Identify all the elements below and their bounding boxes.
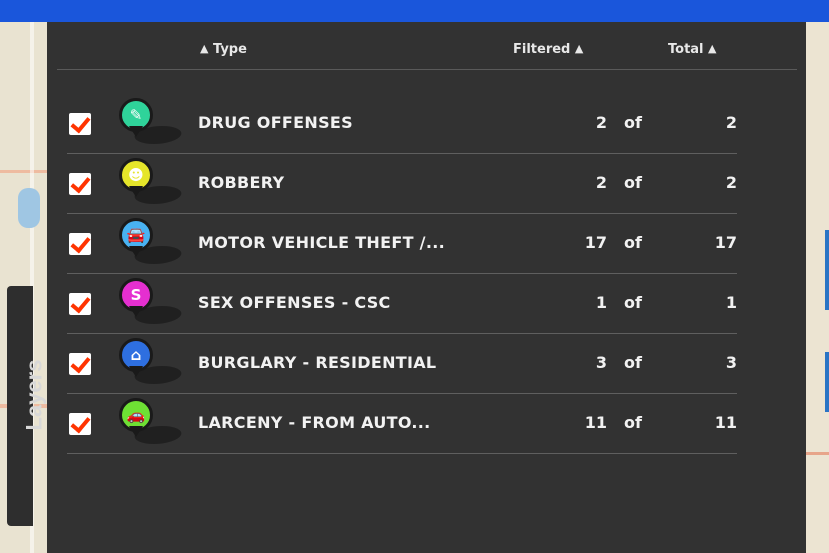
crime-type-label: BURGLARY - RESIDENTIAL — [198, 353, 437, 372]
filtered-count: 2 — [595, 113, 607, 132]
crime-type-label: SEX OFFENSES - CSC — [198, 293, 391, 312]
house-pin-icon: ⌂ — [117, 338, 186, 388]
legend-row: ⌂ BURGLARY - RESIDENTIAL 3 of 3 — [67, 335, 737, 394]
of-label: of — [624, 353, 642, 372]
filtered-header-label: Filtered — [513, 42, 571, 57]
legend-header: ▲ Type Filtered ▲ Total ▲ — [57, 37, 797, 70]
layer-checkbox[interactable] — [69, 173, 91, 195]
layer-checkbox[interactable] — [69, 233, 91, 255]
filtered-count: 1 — [595, 293, 607, 312]
crime-type-label: DRUG OFFENSES — [198, 113, 353, 132]
total-count: 17 — [714, 233, 737, 252]
total-count: 2 — [725, 173, 737, 192]
layer-checkbox[interactable] — [69, 413, 91, 435]
total-count: 2 — [725, 113, 737, 132]
filtered-sort-header[interactable]: Filtered ▲ — [513, 42, 583, 57]
pin-glyph: 🚗 — [126, 406, 146, 424]
total-count: 1 — [725, 293, 737, 312]
map-lake — [18, 188, 40, 228]
drug-pin-icon: ✎ — [117, 98, 186, 148]
legend-panel: ▲ Type Filtered ▲ Total ▲ ✎ DRUG OFFENSE… — [47, 22, 806, 553]
pin-glyph: 🚘 — [126, 226, 146, 244]
top-bar — [0, 0, 829, 22]
map-right-edge — [806, 22, 829, 553]
of-label: of — [624, 173, 642, 192]
of-label: of — [624, 413, 642, 432]
legend-row: ✎ DRUG OFFENSES 2 of 2 — [67, 95, 737, 154]
robbery-pin-icon: ☻ — [117, 158, 186, 208]
total-sort-header[interactable]: Total ▲ — [668, 42, 717, 57]
sex-offense-pin-icon: S — [117, 278, 186, 328]
vehicle-pin-icon: 🚘 — [117, 218, 186, 268]
sort-up-icon: ▲ — [708, 42, 717, 55]
layer-checkbox[interactable] — [69, 113, 91, 135]
type-sort-header[interactable]: ▲ Type — [200, 42, 247, 57]
legend-row: 🚘 MOTOR VEHICLE THEFT /... 17 of 17 — [67, 215, 737, 274]
layers-tab-label: Layers — [21, 359, 47, 431]
crime-type-label: MOTOR VEHICLE THEFT /... — [198, 233, 445, 252]
filtered-count: 3 — [595, 353, 607, 372]
total-header-label: Total — [668, 42, 704, 57]
type-header-label: Type — [213, 42, 247, 57]
pin-glyph: ⌂ — [130, 346, 142, 364]
filtered-count: 2 — [595, 173, 607, 192]
total-count: 11 — [714, 413, 737, 432]
sort-up-icon: ▲ — [200, 42, 209, 55]
of-label: of — [624, 293, 642, 312]
pin-glyph: ☻ — [128, 166, 144, 184]
total-count: 3 — [725, 353, 737, 372]
crime-type-label: LARCENY - FROM AUTO... — [198, 413, 431, 432]
pin-glyph: S — [130, 286, 142, 304]
filtered-count: 17 — [584, 233, 607, 252]
layer-checkbox[interactable] — [69, 353, 91, 375]
of-label: of — [624, 113, 642, 132]
of-label: of — [624, 233, 642, 252]
legend-row: S SEX OFFENSES - CSC 1 of 1 — [67, 275, 737, 334]
legend-row: 🚗 LARCENY - FROM AUTO... 11 of 11 — [67, 395, 737, 454]
crime-type-label: ROBBERY — [198, 173, 285, 192]
car-pin-icon: 🚗 — [117, 398, 186, 448]
pin-glyph: ✎ — [129, 106, 143, 124]
layer-checkbox[interactable] — [69, 293, 91, 315]
filtered-count: 11 — [584, 413, 607, 432]
layers-tab[interactable]: Layers — [7, 286, 46, 526]
legend-row: ☻ ROBBERY 2 of 2 — [67, 155, 737, 214]
sort-up-icon: ▲ — [574, 42, 584, 55]
